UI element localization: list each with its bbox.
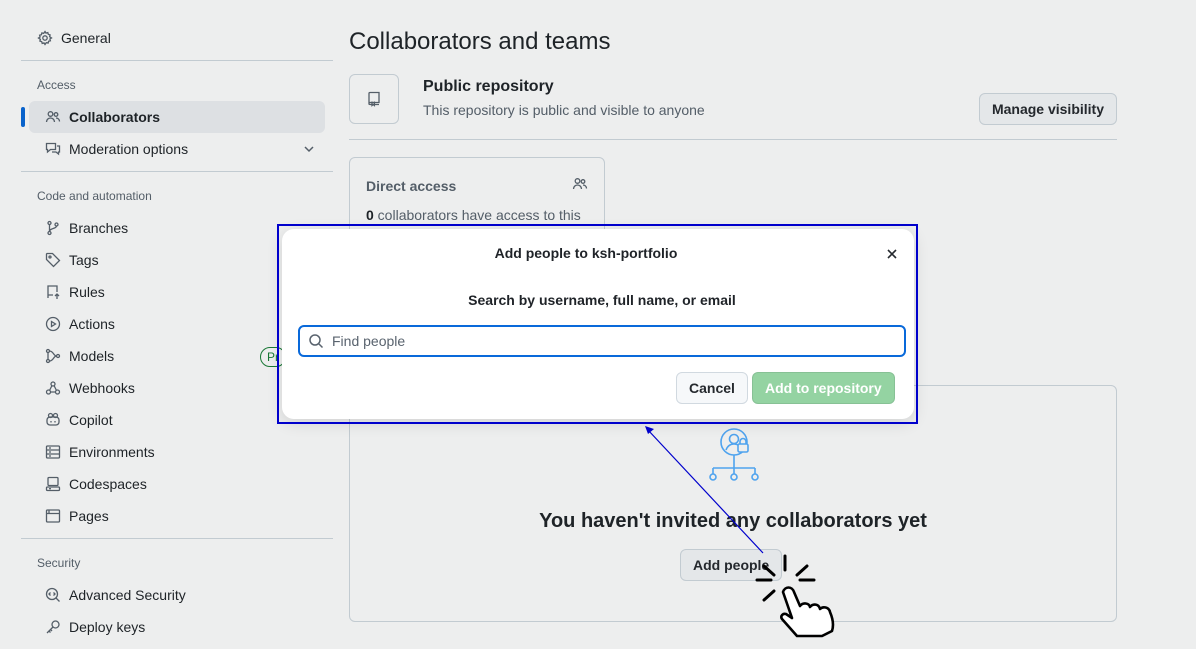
annotation-highlight xyxy=(277,224,918,424)
settings-page: General Access Collaborators Moderation … xyxy=(0,0,1196,649)
